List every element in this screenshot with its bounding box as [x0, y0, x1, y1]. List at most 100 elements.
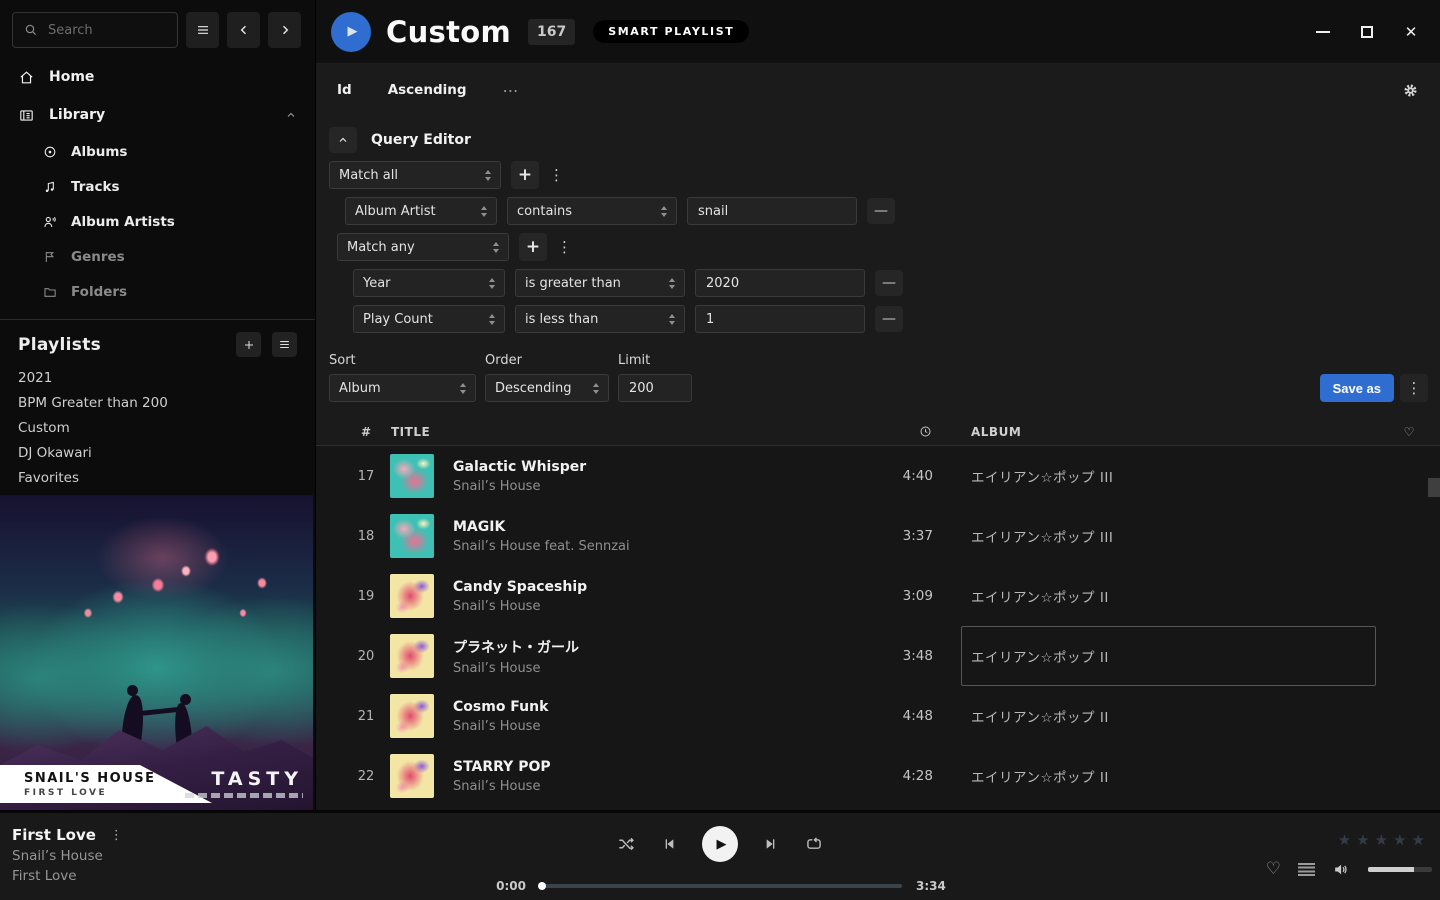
scrollbar-thumb[interactable]: [1428, 478, 1440, 497]
rule-value-input[interactable]: [695, 269, 865, 297]
queue-button[interactable]: [1298, 863, 1315, 876]
remove-rule-button[interactable]: —: [867, 198, 895, 224]
search-box[interactable]: [12, 12, 178, 48]
rule-field-select[interactable]: Year: [353, 269, 505, 297]
nav-forward-button[interactable]: [268, 12, 301, 48]
track-album[interactable]: エイリアン☆ポップ III: [971, 526, 1113, 546]
playlists-list: 2021 BPM Greater than 200 Custom DJ Okaw…: [0, 365, 315, 490]
star-icon[interactable]: ★: [1412, 831, 1425, 849]
maximize-button[interactable]: [1353, 18, 1381, 46]
sort-direction-button[interactable]: Ascending: [388, 82, 467, 98]
track-row[interactable]: 21 Cosmo Funk Snail’s House 4:48 エイリアン☆ポ…: [316, 686, 1440, 746]
sidebar-item-home[interactable]: Home: [0, 58, 315, 96]
playlist-item[interactable]: BPM Greater than 200: [0, 390, 315, 415]
remove-rule-button[interactable]: —: [875, 306, 903, 332]
sidebar-item-albums[interactable]: Albums: [0, 134, 315, 169]
playlist-item[interactable]: 2021: [0, 365, 315, 390]
close-button[interactable]: ✕: [1397, 18, 1425, 46]
focused-album-cell[interactable]: エイリアン☆ポップ II: [933, 626, 1378, 686]
group-kebab-menu[interactable]: ⋮: [557, 238, 571, 256]
track-number: 19: [346, 589, 386, 604]
play-playlist-button[interactable]: ▶: [331, 12, 371, 52]
previous-track-button[interactable]: [661, 836, 677, 852]
match-mode-select[interactable]: Match any: [337, 233, 509, 261]
remove-rule-button[interactable]: —: [875, 270, 903, 296]
seek-handle[interactable]: [538, 882, 546, 890]
rule-operator-select[interactable]: contains: [507, 197, 677, 225]
rule-value-input[interactable]: [695, 305, 865, 333]
query-kebab-menu[interactable]: ⋮: [1400, 374, 1428, 402]
track-album[interactable]: エイリアン☆ポップ II: [971, 706, 1109, 726]
playlist-item[interactable]: Favorites: [0, 465, 315, 490]
playlist-header: ▶ Custom 167 SMART PLAYLIST ✕: [316, 0, 1440, 63]
column-album[interactable]: ALBUM: [933, 425, 1378, 439]
group-kebab-menu[interactable]: ⋮: [549, 166, 563, 184]
match-mode-select[interactable]: Match all: [329, 161, 501, 189]
collapse-query-editor-button[interactable]: [329, 127, 357, 153]
add-playlist-button[interactable]: [236, 332, 261, 357]
column-number[interactable]: #: [346, 425, 386, 439]
now-playing-kebab-menu[interactable]: ⋮: [110, 828, 123, 843]
volume-button[interactable]: [1332, 860, 1351, 879]
nav-back-button[interactable]: [227, 12, 260, 48]
sidebar-item-album-artists[interactable]: Album Artists: [0, 204, 315, 239]
repeat-button[interactable]: [804, 834, 824, 854]
player-bar: First Love ⋮ Snail’s House First Love ▶ …: [0, 810, 1440, 900]
more-options-icon[interactable]: ⋯: [503, 81, 520, 100]
rule-operator-select[interactable]: is greater than: [515, 269, 685, 297]
rule-field-select[interactable]: Album Artist: [345, 197, 497, 225]
track-row[interactable]: 19 Candy Spaceship Snail’s House 3:09 エイ…: [316, 566, 1440, 626]
rule-operator-select[interactable]: is less than: [515, 305, 685, 333]
sort-field-button[interactable]: Id: [337, 82, 352, 98]
search-icon: [23, 22, 39, 38]
search-input[interactable]: [48, 23, 167, 38]
select-updown-icon: [481, 314, 495, 325]
sort-select[interactable]: Album: [329, 374, 476, 402]
track-album[interactable]: エイリアン☆ポップ II: [971, 766, 1109, 786]
rule-value-input[interactable]: [687, 197, 857, 225]
add-rule-button[interactable]: +: [511, 161, 539, 189]
sidebar-item-tracks[interactable]: Tracks: [0, 169, 315, 204]
rule-field-select[interactable]: Play Count: [353, 305, 505, 333]
shuffle-button[interactable]: [616, 834, 636, 854]
track-album[interactable]: エイリアン☆ポップ III: [971, 466, 1113, 486]
track-row[interactable]: 18 MAGIK Snail’s House feat. Sennzai 3:3…: [316, 506, 1440, 566]
settings-button[interactable]: [1402, 82, 1419, 99]
column-liked[interactable]: ♡: [1378, 425, 1440, 439]
sidebar-item-folders[interactable]: Folders: [0, 274, 315, 309]
track-row[interactable]: 20 プラネット・ガール Snail’s House 3:48 エイリアン☆ポッ…: [316, 626, 1440, 686]
save-as-button[interactable]: Save as: [1320, 374, 1394, 402]
menu-button[interactable]: [186, 12, 219, 48]
column-duration[interactable]: [853, 424, 933, 439]
track-row[interactable]: 17 Galactic Whisper Snail’s House 4:40 エ…: [316, 446, 1440, 506]
sidebar-item-library[interactable]: Library: [0, 96, 315, 134]
play-icon: ▶: [717, 837, 727, 852]
star-icon[interactable]: ★: [1393, 831, 1406, 849]
smart-playlist-badge: SMART PLAYLIST: [593, 20, 749, 43]
select-updown-icon: [473, 206, 487, 217]
next-track-button[interactable]: [763, 836, 779, 852]
sidebar-item-genres[interactable]: Genres: [0, 239, 315, 274]
seek-bar[interactable]: [540, 884, 902, 888]
play-pause-button[interactable]: ▶: [702, 826, 738, 862]
now-playing-album-art[interactable]: SNAIL'S HOUSE FIRST LOVE TASTY: [0, 495, 313, 810]
add-rule-button[interactable]: +: [519, 233, 547, 261]
star-icon[interactable]: ★: [1338, 831, 1351, 849]
volume-slider[interactable]: [1368, 867, 1432, 872]
select-updown-icon: [477, 170, 491, 181]
track-album[interactable]: エイリアン☆ポップ II: [971, 586, 1109, 606]
like-button[interactable]: ♡: [1266, 859, 1281, 879]
playlist-item[interactable]: DJ Okawari: [0, 440, 315, 465]
limit-input[interactable]: [618, 374, 692, 402]
star-icon[interactable]: ★: [1375, 831, 1388, 849]
collapse-chevron-up-icon[interactable]: [285, 109, 297, 121]
order-select[interactable]: Descending: [485, 374, 609, 402]
playlist-list-button[interactable]: [272, 332, 297, 357]
minimize-button[interactable]: [1309, 18, 1337, 46]
track-row[interactable]: 22 STARRY POP Snail’s House 4:28 エイリアン☆ポ…: [316, 746, 1440, 806]
column-title[interactable]: TITLE: [391, 425, 430, 439]
star-icon[interactable]: ★: [1356, 831, 1369, 849]
track-album[interactable]: エイリアン☆ポップ II: [971, 646, 1109, 666]
playlist-item[interactable]: Custom: [0, 415, 315, 440]
page-title: Custom: [386, 15, 511, 49]
